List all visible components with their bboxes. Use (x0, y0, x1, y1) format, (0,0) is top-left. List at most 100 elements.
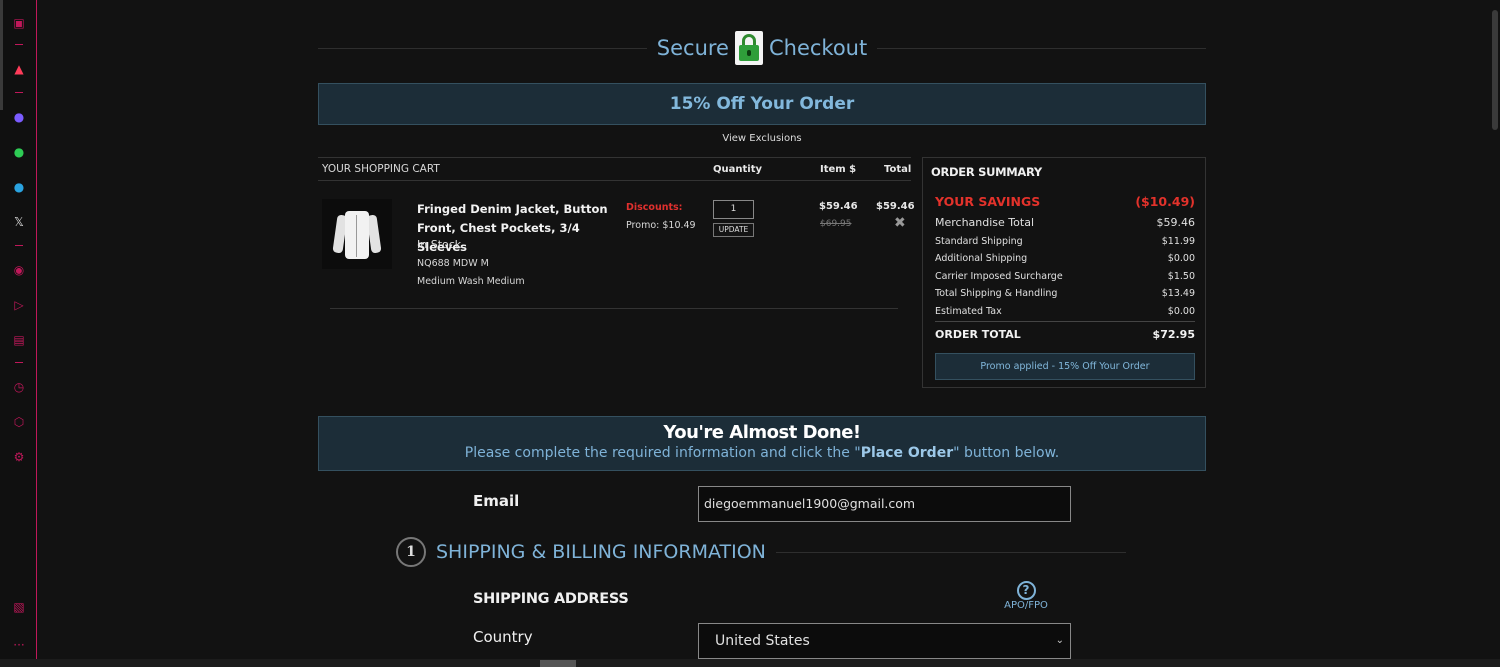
more-icon[interactable]: ··· (10, 636, 28, 654)
country-value: United States (715, 633, 810, 649)
x-icon[interactable]: 𝕏 (10, 213, 28, 231)
shipping-address-label: SHIPPING ADDRESS (473, 591, 629, 607)
add-ship-value: $0.00 (1167, 253, 1195, 264)
order-summary: ORDER SUMMARY YOUR SAVINGS ($10.49) Merc… (922, 157, 1206, 388)
product-color: Medium Wash Medium (417, 276, 525, 287)
title-secure: Secure (656, 36, 729, 60)
almost-done-banner: You're Almost Done! Please complete the … (318, 416, 1206, 471)
title-checkout: Checkout (768, 36, 868, 60)
summary-divider (935, 321, 1195, 322)
order-total-label: ORDER TOTAL (935, 328, 1021, 341)
merch-label: Merchandise Total (935, 216, 1034, 229)
product-sku: NQ688 MDW M (417, 258, 489, 269)
email-input[interactable]: diegoemmanuel1900@gmail.com (698, 486, 1071, 522)
wallet-icon[interactable]: ▤ (10, 331, 28, 349)
promo-discount: Promo: $10.49 (626, 220, 696, 231)
promo-banner: 15% Off Your Order (318, 83, 1206, 125)
sidebar-separator (15, 44, 23, 45)
discounts-label: Discounts: (626, 202, 683, 213)
cart-title: YOUR SHOPPING CART (322, 163, 440, 175)
sidebar-separator (15, 245, 23, 246)
send-icon[interactable]: ▷ (10, 296, 28, 314)
item-total: $59.46 (876, 201, 915, 212)
sidebar-separator (15, 362, 23, 363)
subtitle-after: " button below. (953, 445, 1060, 461)
taskbar-strip (0, 659, 1500, 667)
browser-sidebar: ▣ ▲ ● ● ● 𝕏 ◉ ▷ ▤ ◷ ⬡ ⚙ ▧ ··· (0, 0, 37, 667)
title-divider-left (318, 47, 647, 49)
title-divider-right (877, 47, 1207, 49)
std-ship-value: $11.99 (1161, 236, 1195, 247)
shipping-handling-row: Total Shipping & Handling $13.49 (935, 288, 1195, 299)
step-number: 1 (396, 537, 426, 567)
page-title-row: Secure Checkout (318, 30, 1207, 66)
settings-icon[interactable]: ⚙ (10, 448, 28, 466)
scrollbar-thumb[interactable] (1492, 10, 1498, 130)
tax-value: $0.00 (1167, 306, 1195, 317)
quantity-header: Quantity (713, 163, 762, 175)
original-price: $69.95 (820, 219, 852, 229)
whatsapp-icon[interactable]: ● (10, 143, 28, 161)
shipping-billing-section-header: 1 SHIPPING & BILLING INFORMATION (396, 536, 1126, 568)
view-exclusions-link[interactable]: View Exclusions (318, 133, 1206, 144)
standard-shipping-row: Standard Shipping $11.99 (935, 236, 1195, 247)
player-icon[interactable]: ◉ (10, 261, 28, 279)
sidebar-active-indicator (0, 0, 3, 110)
item-price: $59.46 (819, 201, 858, 212)
total-header: Total (884, 163, 912, 175)
history-icon[interactable]: ◷ (10, 378, 28, 396)
sidebar-separator (15, 92, 23, 93)
savings-label: YOUR SAVINGS (935, 194, 1041, 209)
almost-done-title: You're Almost Done! (663, 422, 861, 443)
item-price-header: Item $ (820, 163, 857, 175)
update-button[interactable]: UPDATE (713, 223, 754, 237)
help-icon[interactable]: ? (1016, 580, 1036, 600)
country-label: Country (473, 628, 533, 646)
stock-status: In Stock (417, 238, 462, 251)
promo-applied-badge: Promo applied - 15% Off Your Order (935, 353, 1195, 380)
summary-title: ORDER SUMMARY (931, 165, 1042, 179)
savings-value: ($10.49) (1135, 194, 1195, 209)
additional-shipping-row: Additional Shipping $0.00 (935, 253, 1195, 264)
extensions-icon[interactable]: ▣ (10, 14, 28, 32)
surcharge-row: Carrier Imposed Surcharge $1.50 (935, 271, 1195, 282)
order-total-value: $72.95 (1152, 328, 1195, 341)
order-total-row: ORDER TOTAL $72.95 (935, 328, 1195, 341)
box-icon[interactable]: ⬡ (10, 413, 28, 431)
remove-item-icon[interactable]: ✖ (894, 215, 906, 231)
cart-divider (330, 308, 898, 309)
jacket-image (332, 207, 382, 261)
product-image[interactable] (322, 199, 392, 269)
telegram-icon[interactable]: ● (10, 178, 28, 196)
shopping-cart: YOUR SHOPPING CART Quantity Item $ Total… (318, 157, 915, 309)
chevron-down-icon: ⌄ (1055, 635, 1064, 646)
subtitle-before: Please complete the required information… (464, 445, 861, 461)
almost-done-subtitle: Please complete the required information… (319, 445, 1205, 461)
lock-icon (734, 31, 763, 65)
apo-fpo-help[interactable]: ? APO/FPO (1001, 579, 1051, 611)
messenger-icon[interactable]: ● (10, 108, 28, 126)
page-title: Secure Checkout (647, 31, 877, 65)
ship-handling-value: $13.49 (1161, 288, 1195, 299)
apo-fpo-label[interactable]: APO/FPO (1001, 600, 1051, 611)
savings-row: YOUR SAVINGS ($10.49) (935, 194, 1195, 209)
section-divider (775, 551, 1126, 553)
surcharge-label: Carrier Imposed Surcharge (935, 271, 1063, 282)
merchandise-row: Merchandise Total $59.46 (935, 216, 1195, 229)
subtitle-place-order: Place Order (860, 445, 954, 461)
surcharge-value: $1.50 (1167, 271, 1195, 282)
tax-label: Estimated Tax (935, 306, 1002, 317)
country-select[interactable]: United States ⌄ (698, 623, 1071, 659)
std-ship-label: Standard Shipping (935, 236, 1023, 247)
quantity-input[interactable]: 1 (713, 200, 754, 219)
ship-handling-label: Total Shipping & Handling (935, 288, 1058, 299)
cart-header: YOUR SHOPPING CART Quantity Item $ Total (318, 157, 911, 181)
vertical-scrollbar[interactable] (1490, 0, 1500, 667)
merch-value: $59.46 (1156, 216, 1196, 229)
aria-icon[interactable]: ▲ (10, 60, 28, 78)
add-ship-label: Additional Shipping (935, 253, 1028, 264)
gallery-icon[interactable]: ▧ (10, 598, 28, 616)
section-title: SHIPPING & BILLING INFORMATION (436, 541, 766, 563)
email-label: Email (473, 492, 520, 510)
tax-row: Estimated Tax $0.00 (935, 306, 1195, 317)
